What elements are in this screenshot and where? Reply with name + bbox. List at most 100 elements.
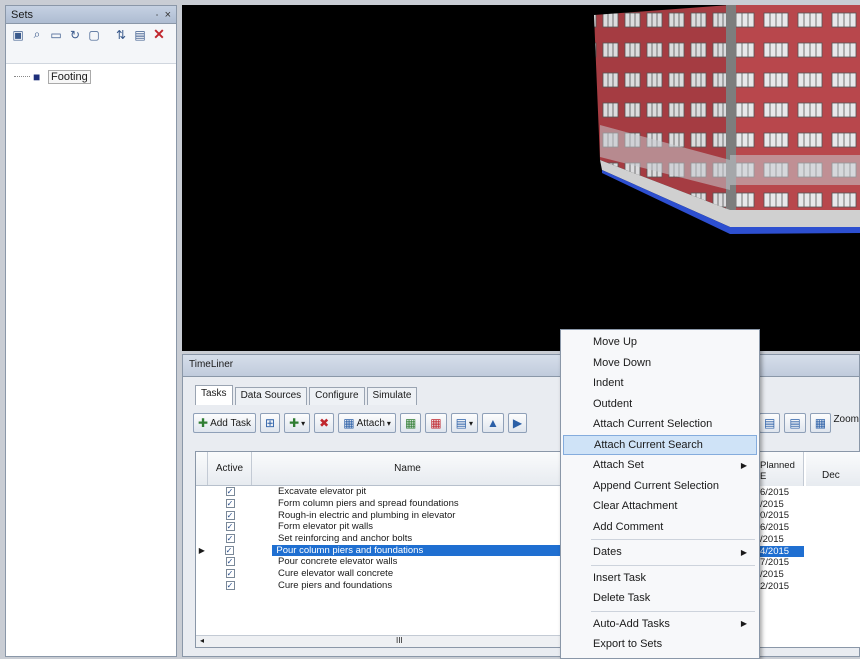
menu-item-indent[interactable]: Indent: [561, 373, 759, 394]
active-checkbox[interactable]: ✓: [224, 545, 234, 555]
grid-horizontal-scrollbar[interactable]: ◂ III: [196, 635, 564, 647]
find-icon[interactable]: ⌕: [29, 27, 45, 42]
column-header-active[interactable]: Active: [208, 452, 252, 485]
task-name[interactable]: Cure piers and foundations: [252, 580, 392, 591]
rules-button[interactable]: ▤ ▾: [450, 413, 478, 433]
folder-icon[interactable]: ▭: [48, 27, 64, 42]
3d-viewport[interactable]: [182, 5, 860, 351]
tab-configure[interactable]: Configure: [309, 387, 365, 405]
table-row[interactable]: ✓ Set reinforcing and anchor bolts: [196, 533, 564, 545]
view-gantt-button[interactable]: ▤: [759, 413, 781, 433]
sets-title: Sets: [11, 8, 34, 21]
active-checkbox[interactable]: ✓: [225, 510, 235, 520]
active-checkbox[interactable]: ✓: [225, 499, 235, 509]
task-name[interactable]: Cure elevator wall concrete: [252, 568, 393, 579]
active-checkbox[interactable]: ✓: [225, 580, 235, 590]
planned-date-cell[interactable]: /2015: [760, 569, 784, 580]
table-row[interactable]: ✓ Form column piers and spread foundation…: [196, 498, 564, 510]
auto-attach-button[interactable]: ▦: [399, 413, 422, 433]
task-name[interactable]: Excavate elevator pit: [252, 486, 366, 497]
menu-item-move-down[interactable]: Move Down: [561, 353, 759, 374]
menu-item-attach-current-selection[interactable]: Attach Current Selection: [561, 414, 759, 435]
table-row[interactable]: ✓ Cure elevator wall concrete: [196, 568, 564, 580]
table-row[interactable]: ✓ Rough-in electric and plumbing in eleva…: [196, 509, 564, 521]
menu-item-add-comment[interactable]: Add Comment: [561, 517, 759, 538]
context-menu: Move Up Move Down Indent Outdent Attach Curr…: [560, 329, 760, 659]
scroll-left-icon[interactable]: ◂: [200, 636, 204, 645]
move-up-button[interactable]: ▲: [481, 413, 504, 433]
table-row[interactable]: ▶ ✓ Pour column piers and foundations: [196, 543, 564, 557]
tab-data-sources[interactable]: Data Sources: [234, 387, 308, 405]
task-name[interactable]: Pour concrete elevator walls: [252, 556, 397, 567]
comment-icon[interactable]: ▢: [86, 27, 102, 42]
menu-item-outdent[interactable]: Outdent: [561, 394, 759, 415]
planned-date-cell[interactable]: 7/2015: [760, 557, 789, 568]
menu-item-label: Add Comment: [593, 520, 664, 533]
sort-icon[interactable]: ⇅: [113, 27, 129, 42]
row-selector[interactable]: ▶: [196, 546, 208, 555]
import-export-icon[interactable]: ▤: [132, 27, 148, 42]
scroll-thumb[interactable]: III: [396, 636, 403, 645]
menu-item-label: Append Current Selection: [593, 479, 719, 492]
task-name[interactable]: Set reinforcing and anchor bolts: [252, 533, 412, 544]
planned-date-cell[interactable]: /2015: [760, 499, 784, 510]
auto-attach-icon: ▦: [404, 416, 417, 430]
column-header-planned[interactable]: Planned E: [758, 452, 804, 486]
menu-item-clear-attachment[interactable]: Clear Attachment: [561, 496, 759, 517]
delete-icon[interactable]: ✕: [151, 26, 167, 42]
calendar-icon: ▦: [814, 416, 827, 430]
auto-add-button[interactable]: ⊞: [260, 413, 281, 433]
active-checkbox[interactable]: ✓: [225, 534, 235, 544]
menu-item-delete-task[interactable]: Delete Task: [561, 588, 759, 609]
menu-item-dates[interactable]: Dates ▶: [561, 542, 759, 563]
task-name[interactable]: Rough-in electric and plumbing in elevat…: [252, 510, 455, 521]
gantt-grid[interactable]: Planned E Dec 6/2015/2015 0/2015 6/2015/20…: [757, 451, 860, 648]
tab-simulate[interactable]: Simulate: [366, 387, 418, 405]
planned-date-cell[interactable]: /2015: [760, 534, 784, 545]
menu-item-auto-add-tasks[interactable]: Auto-Add Tasks ▶: [561, 614, 759, 635]
menu-item-attach-set[interactable]: Attach Set ▶: [561, 455, 759, 476]
attach-button[interactable]: ▦ Attach ▾: [338, 413, 396, 433]
active-checkbox[interactable]: ✓: [225, 487, 235, 497]
table-row[interactable]: ✓ Cure piers and foundations: [196, 580, 564, 592]
pin-icon[interactable]: ∙: [156, 9, 159, 21]
task-name[interactable]: Form column piers and spread foundations: [252, 498, 459, 509]
clear-attach-button[interactable]: ▦: [425, 413, 447, 433]
save-selection-icon[interactable]: ▣: [10, 27, 26, 42]
table-row[interactable]: ✓ Excavate elevator pit: [196, 486, 564, 498]
task-name[interactable]: Form elevator pit walls: [252, 521, 373, 532]
task-grid[interactable]: Active Name ✓ Excavate elevator pit ✓ Form …: [195, 451, 565, 648]
add-task-label: Add Task: [210, 417, 252, 429]
column-header-month: Dec: [806, 452, 860, 486]
active-checkbox[interactable]: ✓: [225, 522, 235, 532]
close-icon[interactable]: ×: [165, 9, 171, 21]
add-task-button[interactable]: ✚ Add Task: [193, 413, 257, 433]
menu-item-attach-current-search[interactable]: Attach Current Search: [563, 434, 757, 455]
tree-item-footing[interactable]: ■ Footing: [14, 68, 168, 86]
insert-task-button[interactable]: ✚ ▾: [284, 413, 311, 433]
delete-task-button[interactable]: ✖: [314, 413, 335, 433]
menu-item-label: Move Down: [593, 356, 652, 369]
menu-item-label: Attach Set: [593, 459, 644, 472]
menu-item-insert-task[interactable]: Insert Task: [561, 568, 759, 589]
active-checkbox[interactable]: ✓: [225, 557, 235, 567]
planned-date-cell[interactable]: 4/2015: [760, 545, 804, 557]
task-name[interactable]: Pour column piers and foundations: [271, 543, 564, 557]
indent-button[interactable]: ▶: [507, 413, 528, 433]
refresh-set-icon[interactable]: ↻: [67, 27, 83, 42]
menu-item-append-current-selection[interactable]: Append Current Selection: [561, 476, 759, 497]
planned-date-cell[interactable]: 6/2015: [760, 522, 789, 533]
active-checkbox[interactable]: ✓: [225, 569, 235, 579]
planned-date-cell[interactable]: 0/2015: [760, 510, 789, 521]
menu-item-export-to-sets[interactable]: Export to Sets: [561, 634, 759, 655]
planned-date-cell[interactable]: 2/2015: [760, 581, 789, 592]
menu-item-move-up[interactable]: Move Up: [561, 332, 759, 353]
table-row[interactable]: ✓ Pour concrete elevator walls: [196, 556, 564, 568]
view-planned-button[interactable]: ▦: [809, 413, 832, 433]
planned-date-cell[interactable]: 6/2015: [760, 487, 789, 498]
view-actual-button[interactable]: ▤: [784, 413, 806, 433]
building-model: [594, 5, 860, 234]
tab-tasks[interactable]: Tasks: [195, 385, 233, 405]
column-header-name[interactable]: Name: [252, 452, 564, 485]
table-row[interactable]: ✓ Form elevator pit walls: [196, 521, 564, 533]
